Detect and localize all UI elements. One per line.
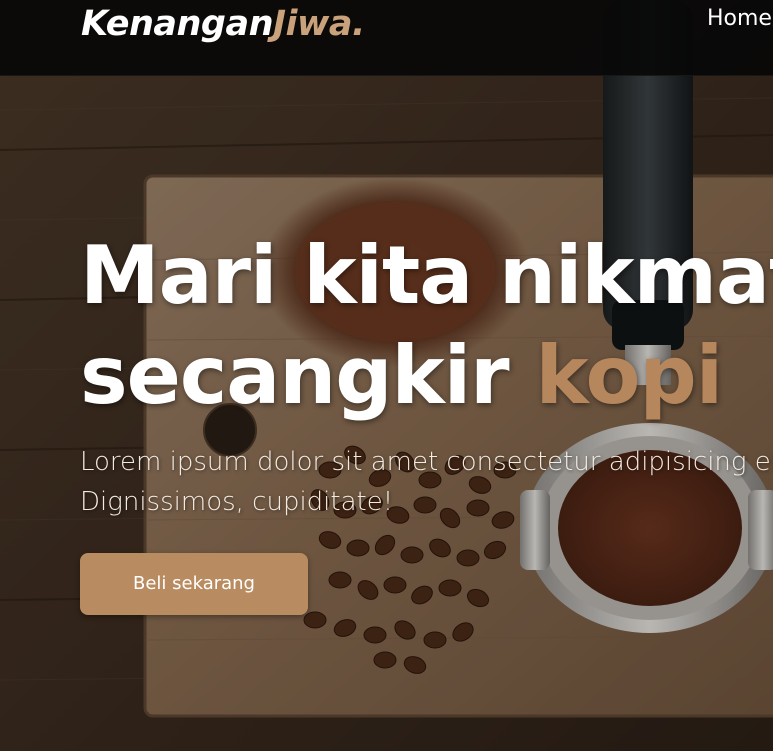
brand-logo[interactable]: KenanganJiwa. bbox=[81, 2, 365, 46]
landing-page: KenanganJiwa. Home Mari kita nikmati sec… bbox=[0, 0, 773, 751]
logo-text-accent: Jiwa bbox=[273, 4, 352, 44]
hero-title-line1: Mari kita nikmati bbox=[80, 229, 773, 322]
logo-dot: . bbox=[351, 4, 365, 44]
logo-text-main: Kenangan bbox=[81, 4, 274, 44]
hero-section: Mari kita nikmati secangkir kopi Lorem i… bbox=[80, 226, 773, 522]
hero-description-line1: Lorem ipsum dolor sit amet consectetur a… bbox=[80, 447, 773, 477]
nav-link-home[interactable]: Home bbox=[707, 4, 772, 34]
buy-now-button[interactable]: Beli sekarang bbox=[80, 553, 308, 615]
hero-title: Mari kita nikmati secangkir kopi bbox=[80, 226, 773, 426]
hero-description: Lorem ipsum dolor sit amet consectetur a… bbox=[80, 442, 773, 522]
hero-description-line2: Dignissimos, cupiditate! bbox=[80, 487, 394, 517]
navbar: KenanganJiwa. Home bbox=[0, 0, 773, 76]
hero-title-line2: secangkir bbox=[80, 329, 536, 422]
hero-title-highlight: kopi bbox=[535, 329, 723, 422]
